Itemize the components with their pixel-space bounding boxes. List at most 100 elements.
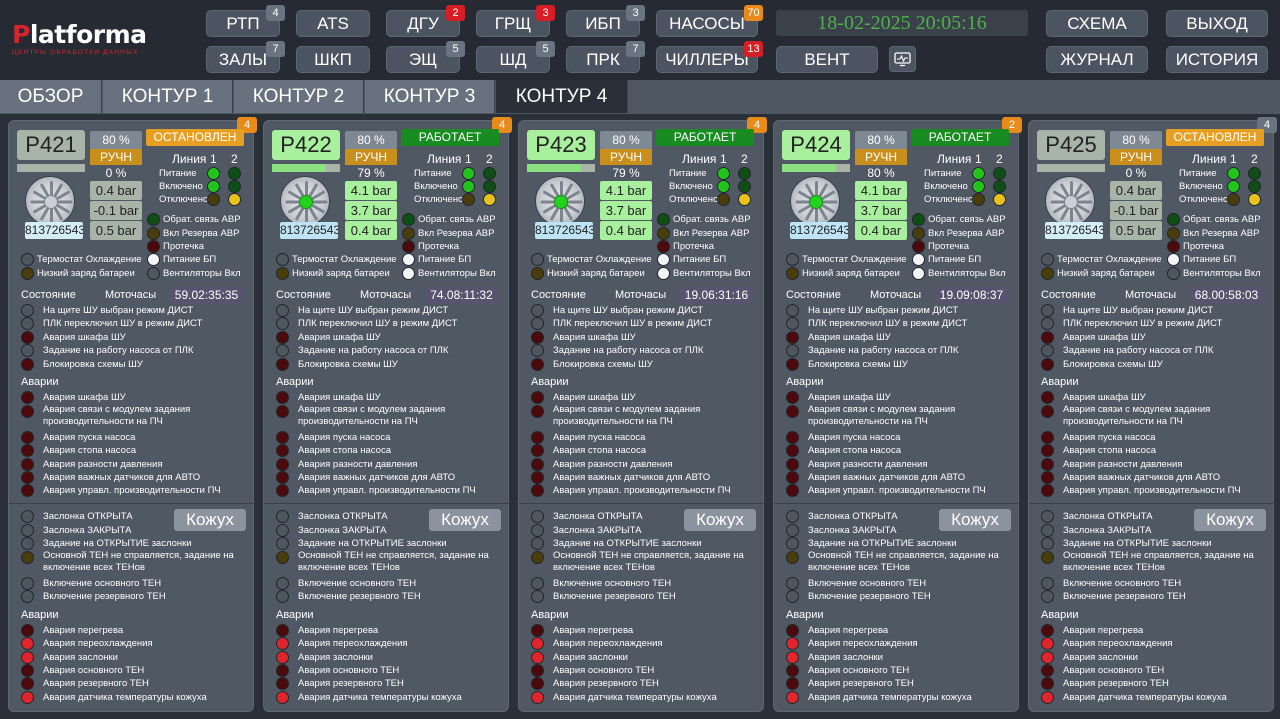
alarm-row-label: Авария управл. производительности ПЧ [808, 485, 986, 496]
casing-alarm-led [786, 624, 799, 637]
casing-alarm-row-label: Авария основного ТЕН [1063, 664, 1165, 676]
journal-button[interactable]: ЖУРНАЛ [1046, 46, 1148, 73]
alarm-row-label: Авария шкафа ШУ [1063, 392, 1146, 403]
state-led [1041, 330, 1054, 344]
label-leak: Протечка [1183, 241, 1224, 252]
speed-setpoint[interactable]: 80 % [855, 131, 907, 149]
pump-name[interactable]: P424 [782, 130, 850, 160]
casing-row: Основной ТЕН не справляется, задание на … [21, 550, 246, 573]
casing-alarm-led [786, 677, 799, 691]
nav-grsch-button[interactable]: ГРЩ 3 [476, 5, 555, 37]
line-header: Линия [172, 152, 207, 166]
casing-row: Задание на ОТКРЫТИЕ заслонки [21, 537, 246, 550]
pressure-2: -0.1 bar [1110, 201, 1162, 220]
power-label-vklyucheno: Включено [924, 181, 968, 192]
monitor-icon[interactable] [889, 46, 916, 72]
casing-led [531, 590, 544, 603]
led-avr-feedback [402, 213, 415, 226]
casing-row-label: Включение резервного ТЕН [298, 591, 421, 602]
label-fans-on: Вентиляторы Вкл [1183, 268, 1261, 279]
speed-bar [17, 164, 85, 172]
clock-display: 18-02-2025 20:05:16 [776, 10, 1028, 36]
nav-rtp-button[interactable]: РТП 4 [206, 5, 285, 37]
nav-vent-button[interactable]: ВЕНТ [776, 46, 878, 73]
pump-name[interactable]: P422 [272, 130, 340, 160]
pump-name[interactable]: P425 [1037, 130, 1105, 160]
mode-button[interactable]: РУЧН [600, 149, 652, 165]
tab-kontur-3[interactable]: КОНТУР 3 [365, 80, 495, 113]
state-row-label: ПЛК переключил ШУ в режим ДИСТ [298, 318, 458, 330]
pressure-3: 0.5 bar [90, 221, 142, 240]
alarm-row: Авария пуска насоса [786, 431, 1006, 444]
casing-alarm-row-label: Авария заслонки [43, 651, 118, 663]
alarm-row: Авария разности давления [21, 458, 241, 471]
casing-alarm-led [21, 663, 34, 677]
led-leak [657, 240, 670, 253]
label-psu-power: Питание БП [673, 254, 727, 265]
alarm-led [276, 484, 289, 497]
alarm-row-label: Авария стопа насоса [808, 445, 901, 456]
pump-name[interactable]: P423 [527, 130, 595, 160]
casing-row: Заслонка ОТКРЫТА [21, 510, 246, 523]
state-row-label: Задание на работу насоса от ПЛК [808, 345, 959, 357]
nav-prk-button[interactable]: ПРК 7 [566, 41, 645, 73]
pressure-1: 4.1 bar [345, 181, 397, 200]
mode-button[interactable]: РУЧН [1110, 149, 1162, 165]
nav-shkp-button[interactable]: ШКП [296, 46, 370, 73]
speed-actual: 0 % [1125, 166, 1147, 180]
state-led [786, 344, 799, 358]
nav-dgu-button[interactable]: ДГУ 2 [386, 5, 465, 37]
speed-setpoint[interactable]: 80 % [600, 131, 652, 149]
alarm-row: Авария важных датчиков для АВТО [21, 471, 241, 484]
label-fans-on: Вентиляторы Вкл [673, 268, 751, 279]
speed-setpoint[interactable]: 80 % [1110, 131, 1162, 149]
nav-chillery-button[interactable]: ЧИЛЛЕРЫ 13 [656, 41, 763, 73]
pressure-2: 3.7 bar [600, 201, 652, 220]
speed-setpoint[interactable]: 80 % [90, 131, 142, 149]
casing-row: Включение основного ТЕН [1041, 577, 1266, 590]
casing-row: Основной ТЕН не справляется, задание на … [786, 550, 1011, 573]
tab-kontur-1[interactable]: КОНТУР 1 [103, 80, 233, 113]
power-label-pitanie: Питание [924, 168, 962, 179]
casing-led [21, 524, 34, 537]
speed-setpoint[interactable]: 80 % [345, 131, 397, 149]
state-led [276, 317, 289, 331]
casing-row-label: Заслонка ОТКРЫТА [808, 511, 898, 522]
tab-kontur-2[interactable]: КОНТУР 2 [234, 80, 364, 113]
exit-button[interactable]: ВЫХОД [1166, 10, 1268, 37]
nav-ibp-button[interactable]: ИБП 3 [566, 5, 645, 37]
nav-shd-button[interactable]: ШД 5 [476, 41, 555, 73]
state-led [21, 330, 34, 344]
led-line2-otklyucheno [483, 193, 496, 206]
schema-button[interactable]: СХЕМА [1046, 10, 1148, 37]
casing-row-label: Включение основного ТЕН [298, 578, 417, 589]
alarm-row: Авария связи с модулем задания производи… [21, 404, 241, 427]
speed-actual: 80 % [867, 166, 895, 180]
mode-button[interactable]: РУЧН [90, 149, 142, 165]
nav-ats-button[interactable]: ATS [296, 10, 370, 37]
pressure-3: 0.5 bar [1110, 221, 1162, 240]
mode-button[interactable]: РУЧН [345, 149, 397, 165]
nav-zaly-button[interactable]: ЗАЛЫ 7 [206, 41, 285, 73]
state-row-label: ПЛК переключил ШУ в режим ДИСТ [1063, 318, 1223, 330]
led-line2-otklyucheno [228, 193, 241, 206]
casing-led [1041, 551, 1054, 564]
alarm-row: Авария стопа насоса [786, 444, 1006, 457]
nav-esch-button[interactable]: ЭЩ 5 [386, 41, 465, 73]
state-led [786, 330, 799, 344]
alarm-row: Авария управл. производительности ПЧ [21, 484, 241, 497]
led-leak [912, 240, 925, 253]
mode-button[interactable]: РУЧН [855, 149, 907, 165]
tab-kontur-4[interactable]: КОНТУР 4 [496, 80, 628, 113]
nav-grsch-badge: 3 [536, 5, 555, 21]
history-button[interactable]: ИСТОРИЯ [1166, 46, 1268, 73]
tab-overview[interactable]: ОБЗОР [0, 80, 102, 113]
casing-alarm-row-label: Авария перегрева [298, 625, 379, 636]
alarm-led [786, 471, 799, 484]
casing-alarm-row-label: Авария основного ТЕН [298, 664, 400, 676]
casing-alarm-row-label: Авария перегрева [808, 625, 889, 636]
state-row-label: Блокировка схемы ШУ [43, 358, 143, 370]
nav-nasosy-button[interactable]: НАСОСЫ 70 [656, 5, 763, 37]
pump-name[interactable]: P421 [17, 130, 85, 160]
casing-alarm-led [786, 637, 799, 651]
